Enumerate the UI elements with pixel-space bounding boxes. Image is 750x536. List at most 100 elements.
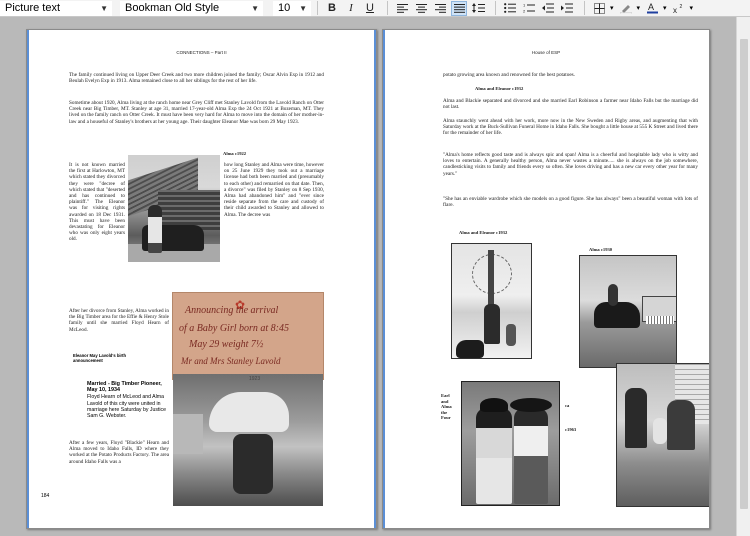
photo-year: 1923 [249,376,261,382]
chevron-down-icon[interactable]: ▾ [663,4,667,12]
align-left-button[interactable] [394,1,410,16]
announcement-text: Mr and Mrs Stanley Lavold [181,356,281,366]
superscript-icon: x2 [673,4,683,14]
line-spacing-icon [471,3,485,13]
paragraph: Alma staunchly went ahead with her work,… [443,118,698,137]
paragraph: After a few years, Floyd "Blackie" Hearn… [69,440,169,465]
font-family-dropdown[interactable]: Bookman Old Style ▼ [120,0,263,16]
announcement-text: May 29 weight 7½ [189,339,264,350]
photo-detail [173,414,203,454]
photo-detail [667,400,695,450]
superscript-button[interactable]: x2 [671,1,687,16]
photo-detail [209,392,289,432]
borders-button[interactable] [591,1,607,16]
font-color-icon: A [646,2,658,14]
chevron-down-icon[interactable]: ▾ [637,4,641,12]
left-page[interactable]: CONNECTIONS – Part II The family continu… [26,29,377,529]
page-header: House of ESP [531,50,561,55]
align-justify-button[interactable] [451,0,467,16]
font-size-dropdown[interactable]: 10 ▼ [273,0,311,16]
photo-detail [510,398,552,412]
page-header: CONNECTIONS – Part II [176,50,227,55]
italic-button[interactable]: I [343,1,359,16]
clipping-body: Floyd Hearn of McLeod and Alma Lavold of… [87,394,167,420]
photo-detail [506,324,516,346]
align-center-icon [415,3,427,13]
increase-indent-icon [561,3,573,13]
numbered-list-button[interactable]: 12 [521,1,537,16]
photo-birth-announcement[interactable]: ✿ Announcing the arrival of a Baby Girl … [172,292,324,380]
scrollbar-thumb[interactable] [740,39,748,509]
bulleted-list-button[interactable] [502,1,518,16]
toolbar-separator [317,1,318,15]
paragraph-column: It is not known married the first at Har… [69,162,125,243]
photo-mother-child[interactable]: 1923 [173,374,323,506]
photo-caption: Alma and Eleanor c1932 [459,230,508,235]
align-right-button[interactable] [432,1,448,16]
highlighter-icon [619,4,632,14]
photo-side-label: c1963 [565,427,577,432]
photo-alma-car[interactable] [128,155,220,262]
page-edge-guide [27,30,29,528]
vertical-scrollbar[interactable] [736,17,750,536]
right-page[interactable]: House of ESP potato growing area known a… [382,29,710,529]
paragraph-style-dropdown[interactable]: Picture text ▼ [0,0,112,16]
announcement-text: Announcing the arrival [185,305,279,316]
bold-button[interactable]: B [324,1,340,16]
photo-detail [456,340,484,358]
photo-detail [594,302,640,328]
paragraph-column: how long Stanley and Alma were time, how… [224,162,324,218]
page-number: 184 [41,493,50,499]
toolbar-separator [584,1,585,15]
paragraph: potato growing area known and renowned f… [443,72,575,78]
underline-button[interactable]: U [362,1,378,16]
photo-detail [608,284,618,306]
photo-side-label: ca [565,403,570,408]
photo-caption: Alma c1922 [223,151,247,156]
chevron-down-icon: ▼ [299,3,307,13]
svg-text:1: 1 [523,3,526,8]
align-center-button[interactable] [413,1,429,16]
paragraph: The family continued living on Upper Dee… [69,72,324,85]
document-editor-window: Picture text ▼ Bookman Old Style ▼ 10 ▼ … [0,0,750,536]
increase-indent-button[interactable] [559,1,575,16]
photo-detail [625,388,647,448]
paragraph: Sometime about 1920, Alma living at the … [69,100,324,125]
chevron-down-icon: ▼ [251,3,259,13]
photo-detail [653,418,667,444]
photo-earl-alma[interactable] [461,381,560,506]
photo-detail [233,434,273,494]
svg-text:A: A [648,2,654,12]
svg-text:2: 2 [679,4,682,10]
chevron-down-icon[interactable]: ▾ [690,4,694,12]
photo-alma-eleanor-snow[interactable] [451,243,532,359]
svg-text:x: x [673,6,677,14]
font-color-button[interactable]: A [644,1,660,16]
photo-detail [480,398,508,412]
paragraph-style-value: Picture text [5,2,61,14]
photo-alma-horse[interactable] [579,255,677,368]
line-spacing-button[interactable] [470,1,486,16]
align-justify-icon [453,3,465,13]
font-family-value: Bookman Old Style [125,2,220,14]
bulleted-list-icon [504,3,516,13]
chevron-down-icon[interactable]: ▾ [610,4,614,12]
highlight-color-button[interactable] [618,1,634,16]
photo-side-label: Earl and Alma the Four [441,393,452,421]
announcement-text: of a Baby Girl born at 8:45 [179,323,289,334]
align-right-icon [434,3,446,13]
paragraph: "She has an enviable wardrobe which she … [443,196,698,209]
align-left-icon [396,3,408,13]
font-size-value: 10 [278,2,291,14]
numbered-list-icon: 12 [523,3,535,13]
photo-caption: Alma and Eleanor c1932 [475,86,524,91]
paragraph: "Alma's home reflects good taste and is … [443,152,698,177]
page-edge-guide [374,30,376,528]
photo-caption: Alma c1930 [589,247,613,252]
formatting-toolbar: Picture text ▼ Bookman Old Style ▼ 10 ▼ … [0,0,750,17]
decrease-indent-button[interactable] [540,1,556,16]
photo-detail [484,304,500,344]
photo-family-group[interactable] [616,363,709,507]
photo-detail [148,205,162,253]
page-edge-guide [383,30,385,528]
